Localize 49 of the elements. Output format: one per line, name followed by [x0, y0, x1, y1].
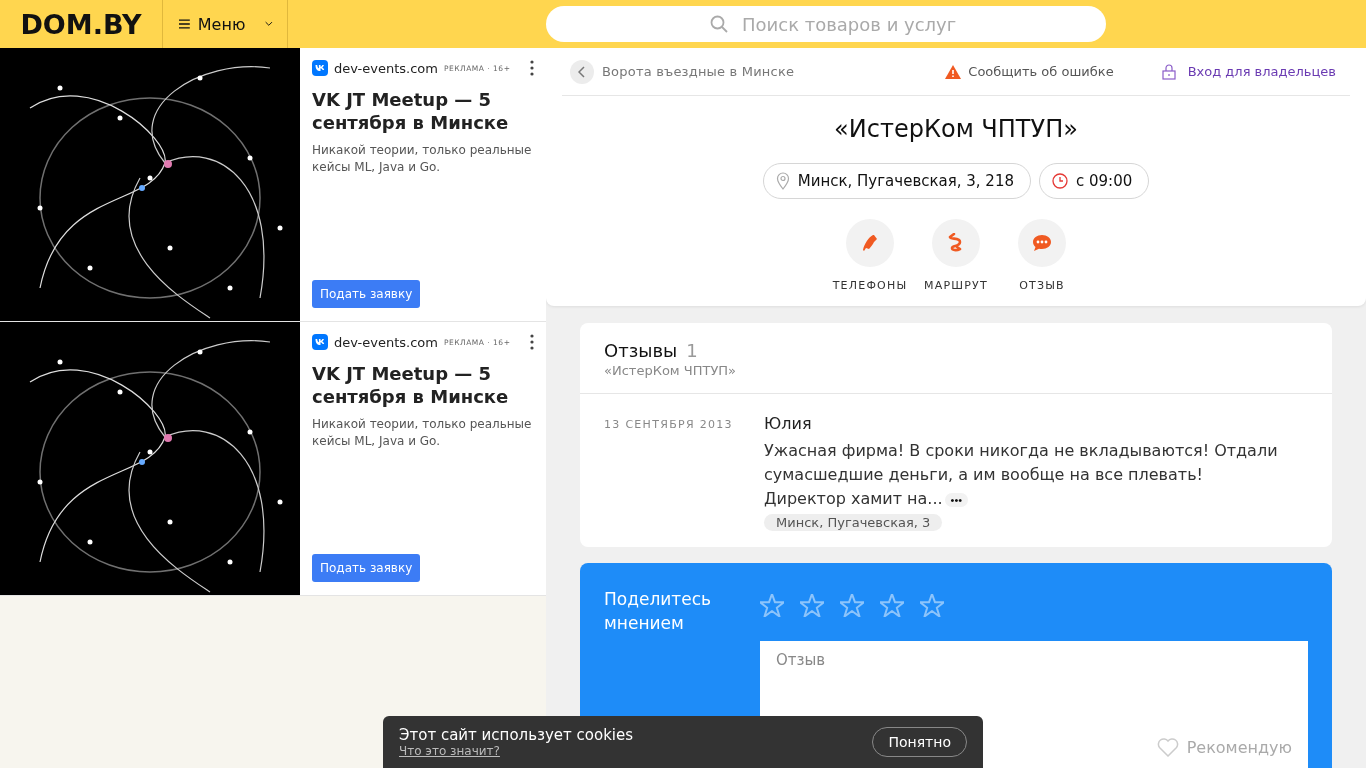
- star-icon[interactable]: [880, 594, 904, 617]
- star-icon[interactable]: [800, 594, 824, 617]
- speech-bubble-icon: [1032, 234, 1052, 252]
- back-icon: [578, 65, 586, 78]
- reviews-title: Отзывы: [604, 340, 678, 361]
- cookie-info-link[interactable]: Что это значит?: [399, 744, 634, 758]
- reviews-count: 1: [686, 340, 698, 361]
- star-rating[interactable]: [760, 594, 944, 617]
- menu-icon: [179, 17, 190, 31]
- vk-logo-icon: [312, 60, 328, 76]
- action-button[interactable]: ОТЗЫВ: [1006, 219, 1078, 292]
- star-icon[interactable]: [840, 594, 864, 617]
- breadcrumb-link[interactable]: Ворота въездные в Минске: [602, 64, 795, 79]
- heart-icon: [1156, 737, 1179, 757]
- ad-domain: dev-events.com: [334, 60, 438, 76]
- expand-button[interactable]: •••: [944, 492, 969, 507]
- location-pin-icon: [775, 172, 790, 190]
- logo[interactable]: DOM.BY: [0, 8, 162, 40]
- warning-icon: [945, 64, 962, 79]
- cookie-notice: Этот сайт использует cookies: [399, 726, 634, 744]
- review-text: Ужасная фирма! В сроки никогда не вкладываются! Отдали сумасшедшие деньги, а им вообще на все плевать! Директор хамит на... •••: [764, 440, 1279, 510]
- apply-button[interactable]: Подать заявку: [312, 554, 421, 582]
- star-icon[interactable]: [760, 594, 784, 617]
- clock-icon: [1052, 173, 1068, 189]
- review-address-tag: Минск, Пугачевская, 3: [764, 514, 943, 531]
- ad-text: Никакой теории, только реальные кейсы ML, Java и Go.: [312, 142, 533, 176]
- action-button[interactable]: ТЕЛЕФОНЫ: [834, 219, 906, 292]
- company-name: «ИстерКом ЧПТУП»: [833, 114, 1079, 144]
- ad-domain: dev-events.com: [334, 334, 438, 350]
- review-author: Юлия: [764, 414, 813, 433]
- caret-icon: [265, 20, 273, 28]
- reviews-subtitle: «ИстерКом ЧПТУП»: [604, 363, 738, 378]
- star-icon[interactable]: [920, 594, 944, 617]
- search-icon: [710, 15, 728, 33]
- vk-logo-icon: [312, 334, 328, 350]
- ad-text: Никакой теории, только реальные кейсы ML, Java и Go.: [312, 416, 533, 450]
- action-button[interactable]: МАРШРУТ: [920, 219, 992, 292]
- more-icon[interactable]: [530, 334, 534, 350]
- review-date: 13 СЕНТЯБРЯ 2013: [604, 417, 734, 433]
- report-error-link[interactable]: Сообщить об ошибке: [939, 63, 1120, 80]
- more-icon[interactable]: [530, 60, 534, 76]
- ad-title[interactable]: VK JT Meetup — 5 сентября в Минске: [312, 362, 534, 408]
- ad-title[interactable]: VK JT Meetup — 5 сентября в Минске: [312, 88, 534, 134]
- share-title: Поделитесь мнением: [604, 588, 713, 635]
- lock-icon: [1161, 63, 1176, 80]
- owner-login-link[interactable]: Вход для владельцев: [1155, 62, 1342, 81]
- apply-button[interactable]: Подать заявку: [312, 280, 421, 308]
- back-button[interactable]: [570, 59, 594, 84]
- search-field[interactable]: Поиск товаров и услуг: [546, 6, 1106, 42]
